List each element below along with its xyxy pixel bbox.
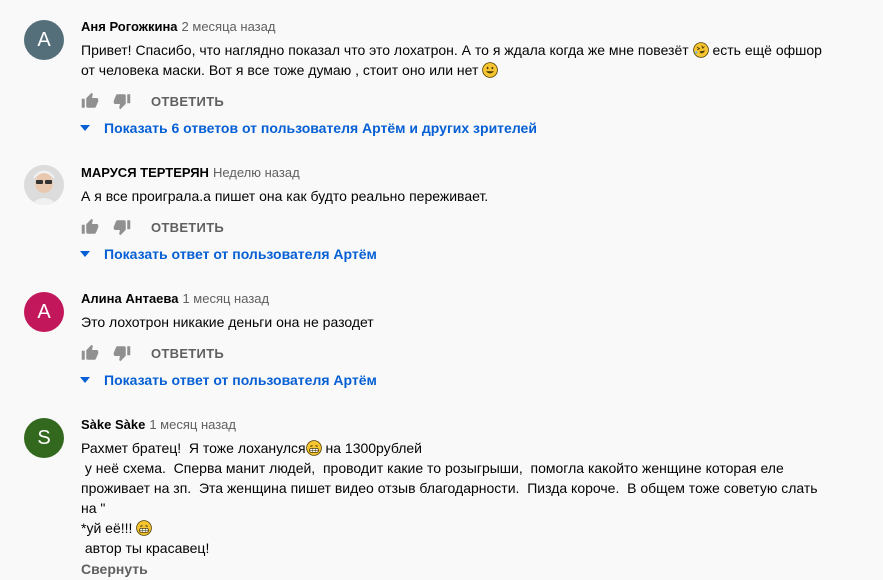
dislike-icon[interactable] bbox=[113, 218, 131, 236]
grin-emoji-icon bbox=[306, 440, 322, 456]
reply-button[interactable]: ОТВЕТИТЬ bbox=[151, 346, 224, 361]
comment-line: Это лохотрон никакие деньги она не разод… bbox=[81, 314, 374, 330]
view-replies-label: Показать ответ от пользователя Артём bbox=[104, 372, 377, 388]
collapse-button[interactable]: Свернуть bbox=[81, 561, 148, 577]
author-name[interactable]: Sàke Sàke bbox=[81, 417, 145, 432]
author-name[interactable]: Алина Антаева bbox=[81, 291, 178, 306]
view-replies-button[interactable]: Показать ответ от пользователя Артём bbox=[78, 372, 377, 388]
grin-emoji-icon bbox=[136, 520, 152, 536]
view-replies-button[interactable]: Показать ответ от пользователя Артём bbox=[78, 246, 377, 262]
comment-line: Рахмет братец! Я тоже лоханулся bbox=[81, 440, 306, 456]
comment-line: автор ты красавец! bbox=[81, 540, 210, 556]
comment-line: есть ещё офшор bbox=[708, 42, 822, 58]
comment-time[interactable]: 2 месяца назад bbox=[182, 19, 276, 34]
comment-actions: ОТВЕТИТЬ bbox=[81, 217, 224, 237]
like-icon[interactable] bbox=[81, 344, 99, 362]
caret-down-icon bbox=[80, 377, 90, 383]
comment-header: Аня Рогожкина 2 месяца назад bbox=[81, 18, 275, 36]
dislike-icon[interactable] bbox=[113, 344, 131, 362]
comment-time[interactable]: Неделю назад bbox=[213, 165, 300, 180]
profile-photo-icon bbox=[24, 165, 64, 205]
dislike-icon[interactable] bbox=[113, 92, 131, 110]
avatar[interactable]: А bbox=[24, 20, 64, 60]
like-icon[interactable] bbox=[81, 218, 99, 236]
comment-text: Привет! Спасибо, что наглядно показал чт… bbox=[81, 40, 861, 80]
comment-time[interactable]: 1 месяц назад bbox=[182, 291, 269, 306]
like-icon[interactable] bbox=[81, 92, 99, 110]
comment-line: на " bbox=[81, 500, 106, 516]
comment-line: от человека маски. Вот я все тоже думаю … bbox=[81, 62, 483, 78]
view-replies-button[interactable]: Показать 6 ответов от пользователя Артём… bbox=[78, 120, 537, 136]
comment-text: Рахмет братец! Я тоже лоханулся на 1300р… bbox=[81, 438, 861, 558]
avatar[interactable] bbox=[24, 165, 64, 205]
comment-header: Алина Антаева 1 месяц назад bbox=[81, 290, 269, 308]
comment-line: А я все проиграла.а пишет она как будто … bbox=[81, 188, 489, 204]
view-replies-label: Показать 6 ответов от пользователя Артём… bbox=[104, 120, 537, 136]
caret-down-icon bbox=[80, 125, 90, 131]
reply-button[interactable]: ОТВЕТИТЬ bbox=[151, 94, 224, 109]
smile-emoji-icon bbox=[482, 62, 498, 78]
comment-time[interactable]: 1 месяц назад bbox=[149, 417, 236, 432]
comment-line: на 1300рублей bbox=[321, 440, 423, 456]
comment-line: проживает на зп. Эта женщина пишет видео… bbox=[81, 480, 818, 496]
rofl-emoji-icon bbox=[693, 42, 709, 58]
author-name[interactable]: Аня Рогожкина bbox=[81, 19, 178, 34]
comment-line: у неё схема. Сперва манит людей, проводи… bbox=[81, 460, 784, 476]
reply-button[interactable]: ОТВЕТИТЬ bbox=[151, 220, 224, 235]
author-name[interactable]: МАРУСЯ ТЕРТЕРЯН bbox=[81, 165, 209, 180]
avatar[interactable]: А bbox=[24, 292, 64, 332]
comment-header: Sàke Sàke 1 месяц назад bbox=[81, 416, 236, 434]
comment-header: МАРУСЯ ТЕРТЕРЯН Неделю назад bbox=[81, 164, 300, 182]
view-replies-label: Показать ответ от пользователя Артём bbox=[104, 246, 377, 262]
comment-text: Это лохотрон никакие деньги она не разод… bbox=[81, 312, 861, 332]
comment-line: *уй её!!! bbox=[81, 520, 137, 536]
comment-line: Привет! Спасибо, что наглядно показал чт… bbox=[81, 42, 689, 58]
comment-actions: ОТВЕТИТЬ bbox=[81, 343, 224, 363]
comment-actions: ОТВЕТИТЬ bbox=[81, 91, 224, 111]
caret-down-icon bbox=[80, 251, 90, 257]
comment-text: А я все проиграла.а пишет она как будто … bbox=[81, 186, 861, 206]
avatar[interactable]: S bbox=[24, 418, 64, 458]
